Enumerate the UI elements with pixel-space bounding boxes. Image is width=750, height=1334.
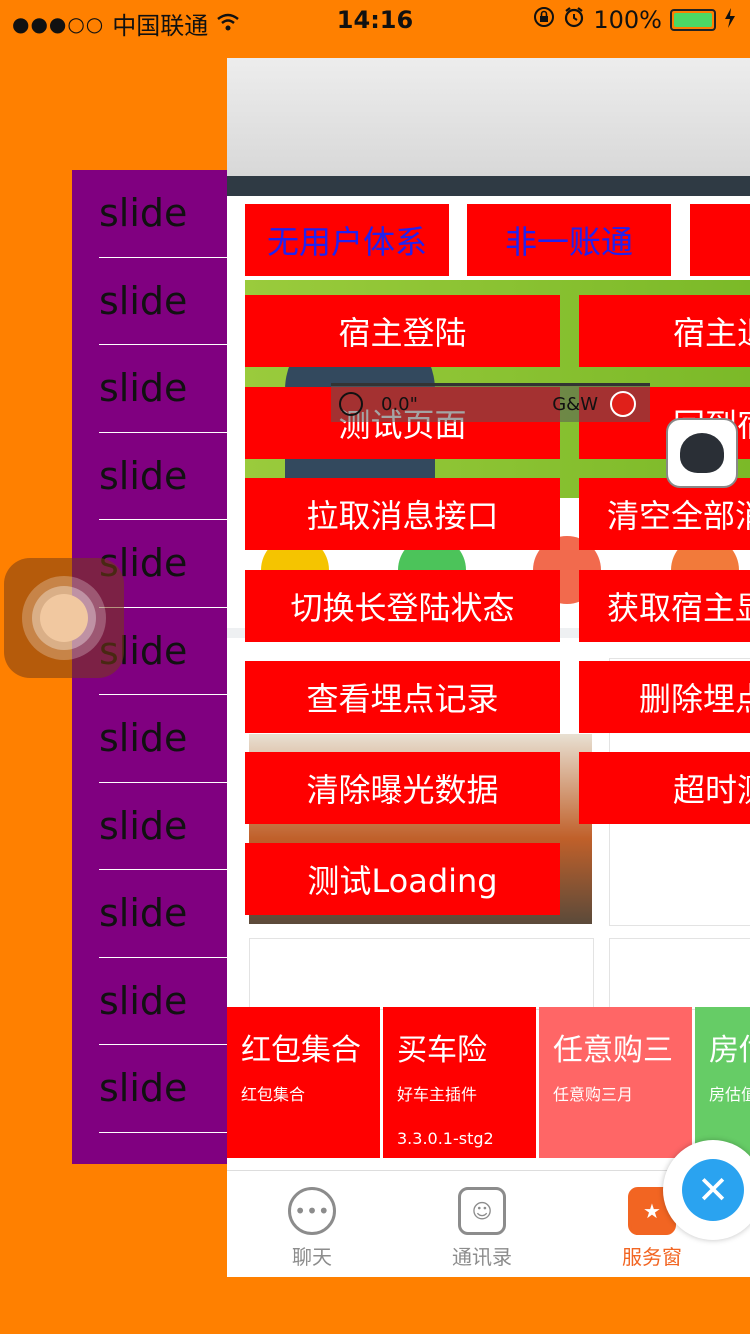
slide-menu-item[interactable]: slide — [99, 783, 227, 870]
tab-contacts[interactable]: ☺ 通讯录 — [397, 1171, 567, 1277]
tile-title: 红包集合 — [241, 1033, 361, 1068]
rotation-lock-icon — [533, 6, 555, 34]
tab-chat[interactable]: ••• 聊天 — [227, 1171, 397, 1277]
tab-no-user-system[interactable]: 无用户体系 — [245, 204, 449, 276]
tile-car-insurance[interactable]: 买车险 好车主插件 3.3.0.1-stg2 2015-11-18 — [383, 1007, 536, 1158]
contacts-icon: ☺ — [458, 1187, 506, 1235]
status-bar: ●●●○○ 中国联通 14:16 100% — [0, 0, 750, 40]
slide-menu-item[interactable]: slide — [99, 870, 227, 958]
tile-house-valuation[interactable]: 房估 房估值 — [695, 1007, 750, 1158]
tab-non-single-account[interactable]: 非一账通 — [467, 204, 671, 276]
tile-any-purchase[interactable]: 任意购三 任意购三月 — [539, 1007, 692, 1158]
product-card[interactable] — [249, 938, 594, 1010]
stopwatch-icon — [339, 392, 363, 416]
tab-label: 服务窗 — [622, 1245, 682, 1269]
tile-subtitle: 好车主插件 — [397, 1085, 478, 1104]
slide-menu-item[interactable]: slide — [99, 1045, 227, 1133]
tile-version: 3.3.0.1-stg2 — [397, 1129, 494, 1148]
test-loading-button[interactable]: 测试Loading — [245, 843, 560, 915]
tab-label: 聊天 — [292, 1245, 332, 1269]
alarm-icon — [563, 6, 585, 34]
timer-widget[interactable]: 0.0" G&W — [331, 383, 650, 422]
close-tool-icon: ✕ — [682, 1159, 744, 1221]
tile-subtitle: 红包集合 — [241, 1085, 306, 1104]
timer-label: G&W — [552, 393, 598, 415]
tile-subtitle: 房估值 — [709, 1085, 750, 1104]
tile-subtitle: 任意购三月 — [553, 1085, 634, 1104]
battery-icon — [670, 9, 716, 31]
record-icon[interactable] — [610, 391, 636, 417]
timer-value: 0.0" — [381, 393, 418, 415]
slide-menu-item[interactable]: slide — [99, 345, 227, 433]
tile-date: 2015-11-18 — [397, 1157, 522, 1158]
tile-red-envelope[interactable]: 红包集合 红包集合 — [227, 1007, 380, 1158]
panel-header-bar — [227, 176, 750, 196]
slide-menu-item[interactable]: slide — [99, 695, 227, 783]
assistive-touch-button[interactable] — [4, 558, 124, 678]
clear-all-button[interactable]: 清空全部消 — [579, 478, 750, 550]
tab-label: 通讯录 — [452, 1245, 512, 1269]
tab-more[interactable] — [690, 204, 750, 276]
chat-bubble-icon: ••• — [288, 1187, 336, 1235]
host-logout-button[interactable]: 宿主退 — [579, 295, 750, 367]
pull-message-button[interactable]: 拉取消息接口 — [245, 478, 560, 550]
slide-menu-item[interactable]: slide — [99, 170, 227, 258]
panel-header — [227, 58, 750, 176]
status-right: 100% — [533, 6, 736, 34]
bird-app-icon[interactable] — [666, 418, 738, 488]
slide-menu-item[interactable]: slide — [99, 958, 227, 1045]
tile-title: 买车险 — [397, 1033, 487, 1068]
clear-exposure-data-button[interactable]: 清除曝光数据 — [245, 752, 560, 824]
product-card[interactable] — [609, 938, 750, 1010]
get-host-display-button[interactable]: 获取宿主显 — [579, 570, 750, 642]
delete-tracking-button[interactable]: 删除埋点 — [579, 661, 750, 733]
battery-percent: 100% — [593, 6, 662, 34]
tile-title: 任意购三 — [553, 1033, 673, 1068]
host-login-button[interactable]: 宿主登陆 — [245, 295, 560, 367]
view-tracking-records-button[interactable]: 查看埋点记录 — [245, 661, 560, 733]
charging-icon — [724, 6, 736, 34]
slide-menu-item[interactable]: slide — [99, 258, 227, 345]
switch-login-state-button[interactable]: 切换长登陆状态 — [245, 570, 560, 642]
timeout-test-button[interactable]: 超时测 — [579, 752, 750, 824]
tile-title: 房估 — [709, 1033, 750, 1068]
slide-menu-item[interactable]: slide — [99, 433, 227, 520]
